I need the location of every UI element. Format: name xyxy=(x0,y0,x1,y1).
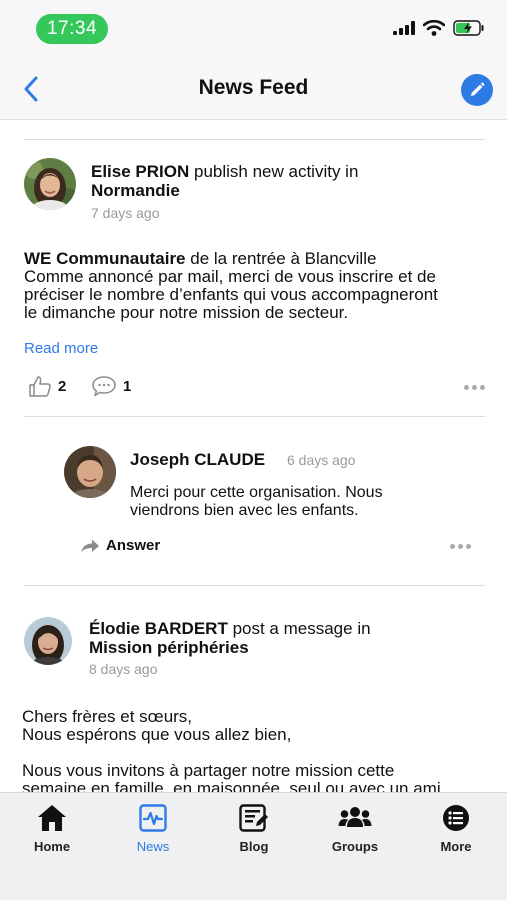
post-line: semaine en famille, en maisonnée, seul o… xyxy=(22,779,441,793)
post-timestamp: 7 days ago xyxy=(91,205,160,221)
status-bar: 17:34 xyxy=(0,0,507,58)
news-icon xyxy=(139,804,167,832)
comment-button[interactable]: 1 xyxy=(91,375,131,397)
comment-line: viendrons bien avec les enfants. xyxy=(130,502,359,519)
post-title-rest: de la rentrée à Blancville xyxy=(190,249,377,268)
tab-bar: Home News Blog Groups More xyxy=(0,792,507,900)
tab-label: Groups xyxy=(331,839,379,854)
divider xyxy=(24,416,485,417)
comment-icon xyxy=(92,376,116,397)
answer-button[interactable]: Answer xyxy=(80,537,160,554)
post-author[interactable]: Elise PRION xyxy=(91,162,189,181)
post-group[interactable]: Normandie xyxy=(91,181,180,200)
avatar[interactable] xyxy=(24,617,72,665)
news-feed: Elise PRION publish new activity in Norm… xyxy=(0,120,507,792)
post-body: WE Communautaire de la rentrée à Blancvi… xyxy=(24,250,494,322)
blog-icon xyxy=(239,804,268,832)
post-line: Chers frères et sœurs, xyxy=(22,707,193,726)
comment-line: Merci pour cette organisation. Nous xyxy=(130,484,383,501)
status-time: 17:34 xyxy=(36,14,108,44)
tab-blog[interactable]: Blog xyxy=(214,803,294,854)
answer-label: Answer xyxy=(106,537,161,554)
battery-icon xyxy=(453,20,484,36)
status-icons xyxy=(393,20,485,36)
thumbs-up-icon xyxy=(29,376,51,397)
tab-home[interactable]: Home xyxy=(12,803,92,854)
like-button[interactable]: 2 xyxy=(28,375,66,397)
tab-label: More xyxy=(440,839,472,854)
post-line: Comme annoncé par mail, merci de vous in… xyxy=(24,267,436,286)
post-action: publish new activity in xyxy=(194,162,359,181)
post-action: post a message in xyxy=(232,619,371,638)
post-header: Elise PRION publish new activity in Norm… xyxy=(91,162,491,200)
signal-icon xyxy=(393,21,415,35)
like-count: 2 xyxy=(58,377,67,395)
post-options-button[interactable] xyxy=(464,385,485,390)
navigation-bar: News Feed xyxy=(0,58,507,120)
comment-header: Joseph CLAUDE xyxy=(130,450,265,469)
reply-arrow-icon xyxy=(81,539,99,552)
read-more-link[interactable]: Read more xyxy=(24,340,98,357)
compose-button[interactable] xyxy=(461,74,493,106)
tab-news[interactable]: News xyxy=(113,803,193,854)
home-icon xyxy=(38,805,66,831)
post-line: le dimanche pour notre mission de secteu… xyxy=(24,303,349,322)
divider xyxy=(24,139,485,140)
avatar[interactable] xyxy=(64,446,116,498)
comment-author[interactable]: Joseph CLAUDE xyxy=(130,450,265,469)
groups-icon xyxy=(338,807,372,827)
post-line: Nous vous invitons à partager notre miss… xyxy=(22,761,395,780)
post-body: Chers frères et sœurs, Nous espérons que… xyxy=(22,707,492,793)
tab-more[interactable]: More xyxy=(416,803,496,854)
comment-count: 1 xyxy=(123,377,132,395)
tab-label: Blog xyxy=(239,839,269,854)
comment-body: Merci pour cette organisation. Nous vien… xyxy=(130,484,480,520)
avatar[interactable] xyxy=(24,158,76,210)
tab-label: News xyxy=(136,839,170,854)
post-line: préciser le nombre d’enfants qui vous ac… xyxy=(24,285,438,304)
post-timestamp: 8 days ago xyxy=(89,661,158,677)
tab-label: Home xyxy=(33,839,71,854)
pencil-icon xyxy=(471,82,485,96)
comment-timestamp: 6 days ago xyxy=(287,452,356,468)
page-title: News Feed xyxy=(198,76,309,99)
post-header: Élodie BARDERT post a message in Mission… xyxy=(89,619,489,657)
comment-options-button[interactable] xyxy=(450,544,471,549)
divider xyxy=(24,585,485,586)
post-author[interactable]: Élodie BARDERT xyxy=(89,619,228,638)
wifi-icon xyxy=(423,20,445,36)
tab-groups[interactable]: Groups xyxy=(315,803,395,854)
post-title: WE Communautaire xyxy=(24,249,186,268)
post-line: Nous espérons que vous allez bien, xyxy=(22,725,292,744)
post-group[interactable]: Mission périphéries xyxy=(89,638,249,657)
more-icon xyxy=(443,805,469,831)
